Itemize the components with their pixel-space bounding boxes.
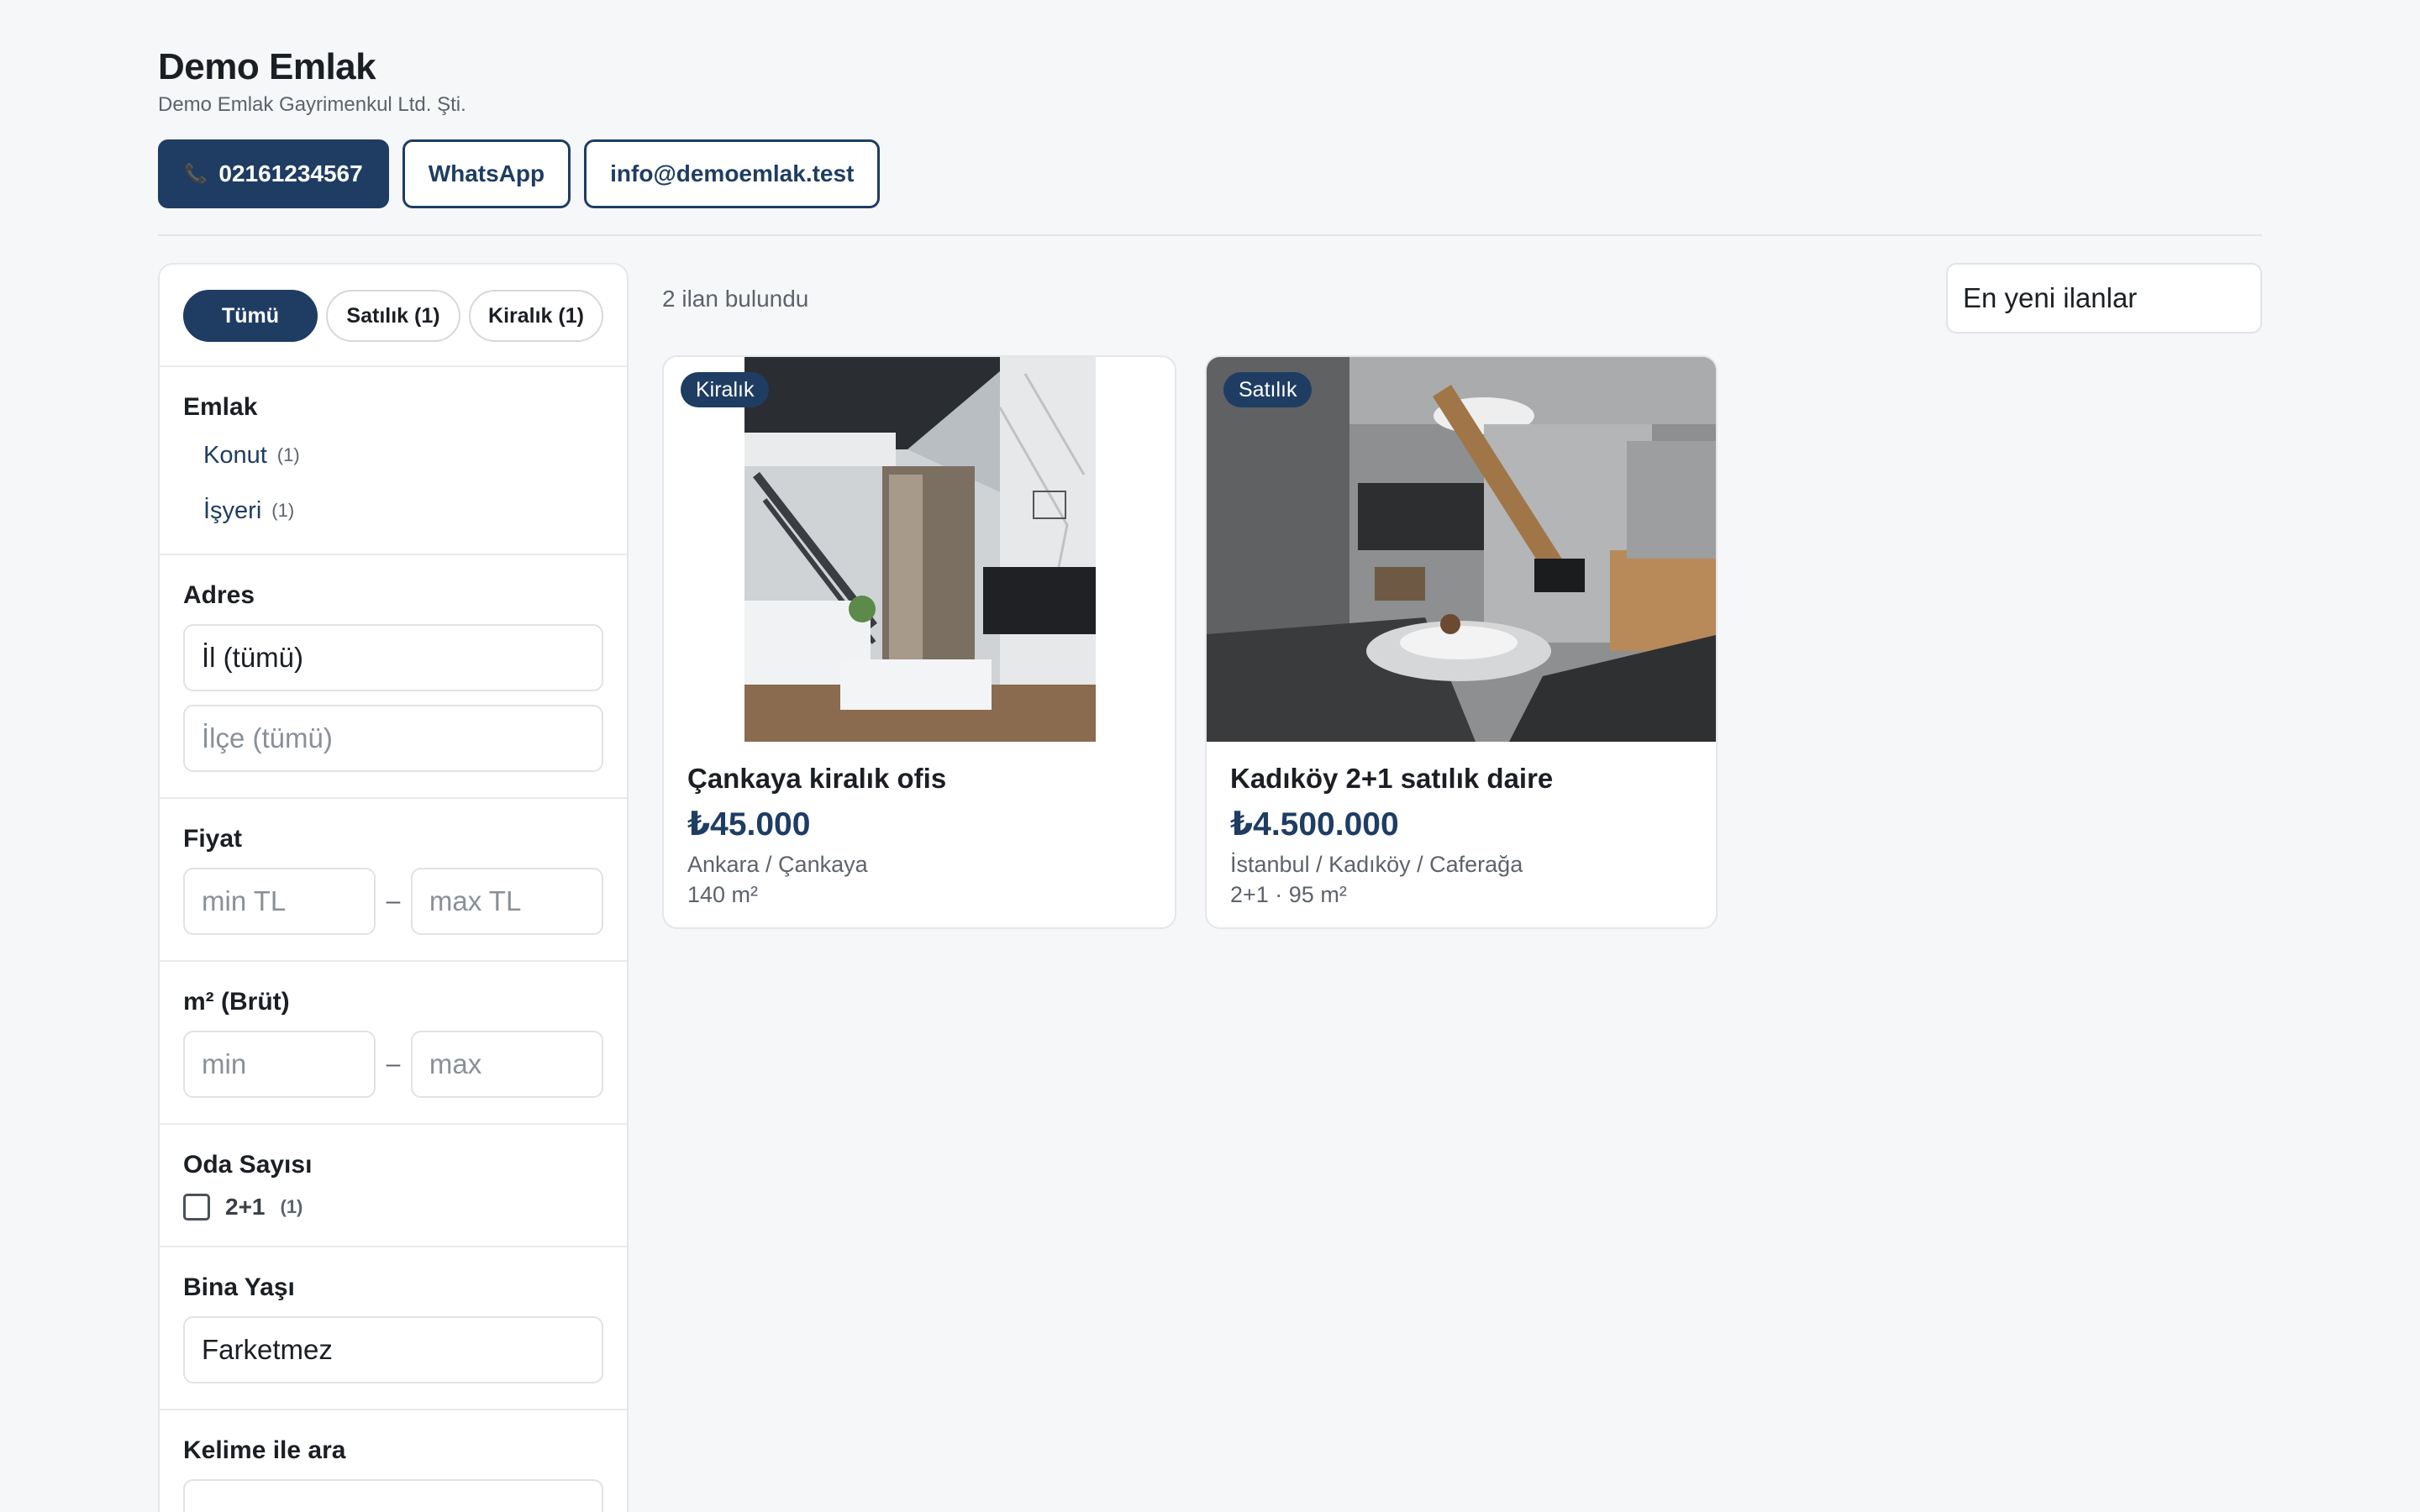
category-label: İşyeri [203, 496, 262, 524]
sort-select[interactable]: En yeni ilanlar [1946, 263, 2262, 333]
listing-details: Çankaya kiralık ofis ₺45.000 Ankara / Ça… [664, 742, 1175, 927]
section-title: Fiyat [183, 825, 243, 853]
district-select[interactable]: İlçe (tümü) [183, 705, 603, 772]
building-age-select[interactable]: Farketmez [183, 1316, 603, 1383]
room-checkbox[interactable] [183, 1194, 210, 1221]
price-max-input[interactable]: max TL [410, 868, 603, 935]
area-min-input[interactable]: min [183, 1031, 376, 1098]
listing-type-tabs: Tümü Satılık (1) Kiralık (1) [160, 265, 627, 367]
filter-section-adres: Adres İl (tümü) İlçe (tümü) [160, 555, 627, 799]
section-title: Emlak [183, 393, 258, 421]
filter-section-m2: m² (Brüt) min – max [160, 962, 627, 1125]
price-range: min TL – max TL [183, 868, 603, 935]
listing-location: Ankara / Çankaya [687, 852, 868, 877]
phone-label: 02161234567 [218, 160, 363, 186]
site-header: Demo Emlak Demo Emlak Gayrimenkul Ltd. Ş… [158, 44, 2262, 208]
range-separator: – [386, 887, 401, 915]
filter-section-emlak: Emlak Konut (1) İşyeri (1) [160, 367, 627, 555]
listing-badge: Satılık [1223, 372, 1313, 407]
category-item-isyeri[interactable]: İşyeri (1) [183, 483, 603, 538]
listing-badge: Kiralık [681, 372, 770, 407]
tab-for-rent[interactable]: Kiralık (1) [469, 290, 603, 342]
listing-photo[interactable]: Kiralık [664, 357, 1175, 742]
listing-card[interactable]: Kiralık Çankaya kiralık ofis ₺45.000 Ank… [662, 355, 1176, 929]
section-title: Adres [183, 581, 255, 609]
contact-buttons: 📞 02161234567 WhatsApp info@demoemlak.te… [158, 139, 2262, 208]
listing-details: Kadıköy 2+1 satılık daire ₺4.500.000 İst… [1207, 742, 1716, 927]
header-divider [158, 234, 2262, 236]
area-range: min – max [183, 1031, 603, 1098]
province-select[interactable]: İl (tümü) [183, 624, 603, 691]
section-title: Bina Yaşı [183, 1273, 295, 1301]
area-max-input[interactable]: max [410, 1031, 603, 1098]
room-option-label: 2+1 [225, 1194, 266, 1220]
tab-for-sale[interactable]: Satılık (1) [326, 290, 460, 342]
brand-title: Demo Emlak [158, 46, 376, 87]
listing-photo[interactable]: Satılık [1207, 357, 1716, 742]
whatsapp-button[interactable]: WhatsApp [402, 139, 571, 208]
filter-section-oda: Oda Sayısı 2+1 (1) [160, 1125, 627, 1247]
range-separator: – [386, 1050, 401, 1078]
filter-section-kelime: Kelime ile ara [160, 1410, 627, 1512]
listing-location: İstanbul / Kadıköy / Caferağa [1230, 852, 1523, 877]
room-option-2plus1[interactable]: 2+1 (1) [183, 1194, 603, 1221]
filter-sidebar: Tümü Satılık (1) Kiralık (1) Emlak Konut… [158, 263, 629, 1512]
price-min-input[interactable]: min TL [183, 868, 376, 935]
category-count: (1) [271, 500, 295, 521]
brand-subtitle: Demo Emlak Gayrimenkul Ltd. Şti. [158, 93, 466, 116]
phone-icon: 📞 [184, 163, 208, 184]
filter-section-fiyat: Fiyat min TL – max TL [160, 799, 627, 962]
section-title: Kelime ile ara [183, 1436, 346, 1464]
listing-card[interactable]: Satılık Kadıköy 2+1 satılık daire ₺4.500… [1205, 355, 1718, 929]
filter-section-bina-yasi: Bina Yaşı Farketmez [160, 1247, 627, 1410]
listing-price: ₺4.500.000 [1230, 806, 1399, 843]
tab-all[interactable]: Tümü [183, 290, 318, 342]
category-count: (1) [276, 444, 300, 465]
listing-spec: 140 m² [687, 882, 759, 907]
section-title: m² (Brüt) [183, 988, 290, 1016]
listing-spec: 2+1 · 95 m² [1230, 882, 1347, 907]
category-label: Konut [203, 441, 267, 469]
listing-title[interactable]: Çankaya kiralık ofis [687, 760, 1151, 797]
results-count: 2 ilan bulundu [662, 286, 809, 312]
category-item-konut[interactable]: Konut (1) [183, 428, 603, 483]
email-button[interactable]: info@demoemlak.test [584, 139, 881, 208]
keyword-input[interactable] [183, 1479, 603, 1512]
room-option-count: (1) [280, 1196, 303, 1217]
listing-price: ₺45.000 [687, 806, 811, 843]
section-title: Oda Sayısı [183, 1151, 313, 1179]
listing-title[interactable]: Kadıköy 2+1 satılık daire [1230, 760, 1692, 797]
phone-button[interactable]: 📞 02161234567 [158, 139, 389, 208]
